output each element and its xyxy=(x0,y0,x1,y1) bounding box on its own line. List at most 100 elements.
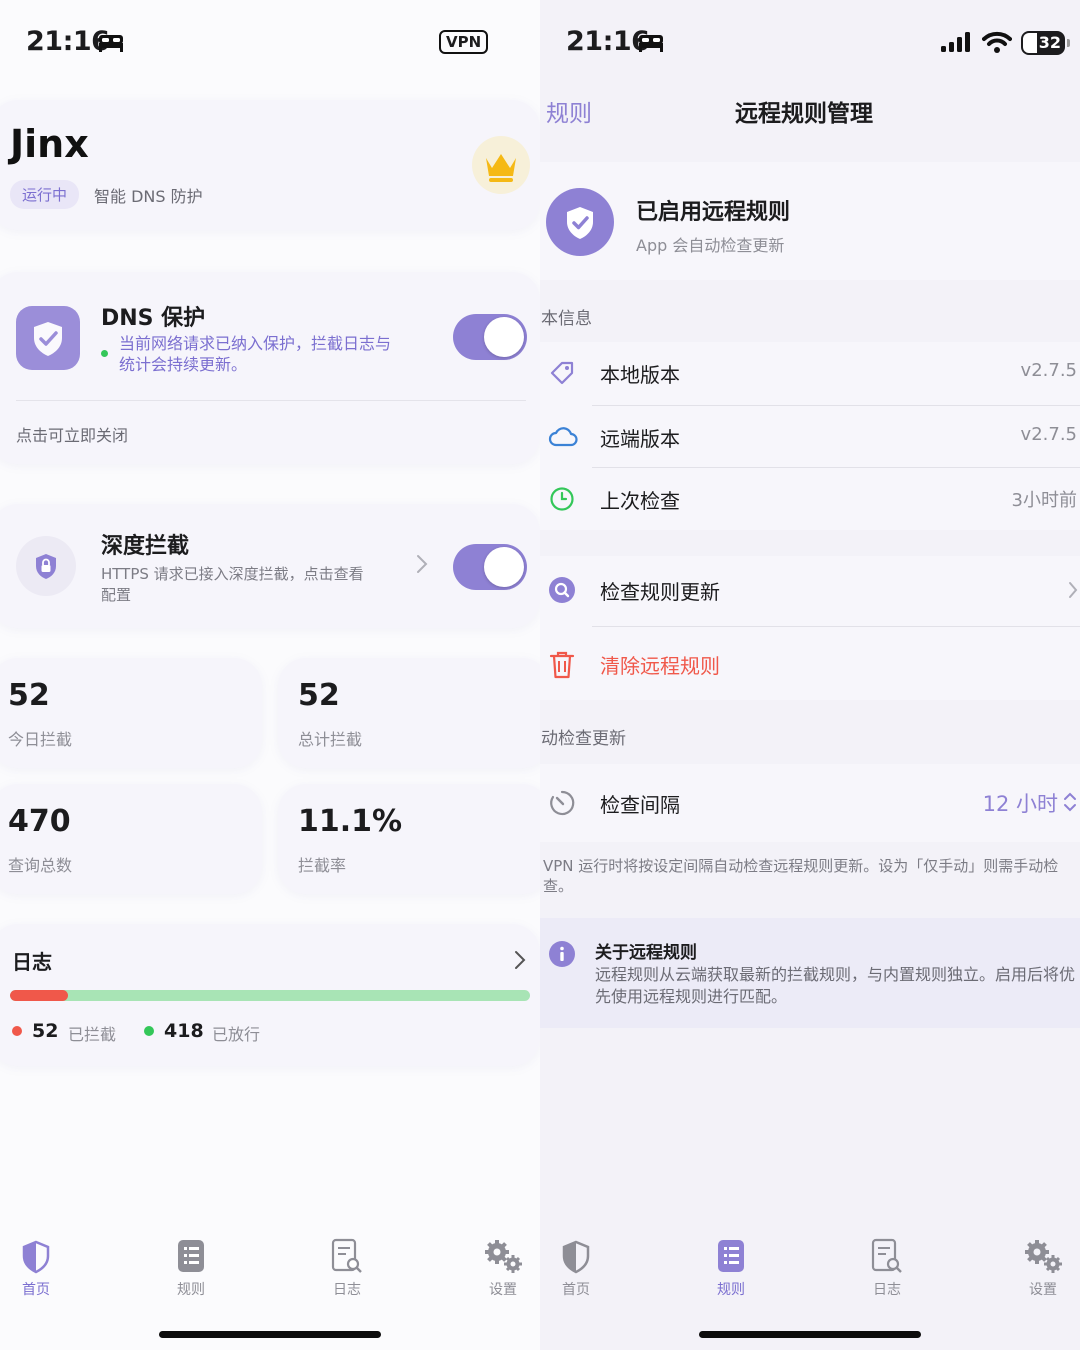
tab-settings[interactable]: 设置 xyxy=(1003,1236,1080,1299)
tab-rules[interactable]: 规则 xyxy=(151,1236,231,1299)
deep-description: HTTPS 请求已接入深度拦截，点击查看配置 xyxy=(101,565,364,604)
tab-logs[interactable]: 日志 xyxy=(847,1236,927,1299)
shield-icon xyxy=(22,1240,50,1274)
tab-label: 规则 xyxy=(177,1282,205,1298)
row-remote-version: 远端版本 v2.7.5 xyxy=(540,406,1080,468)
back-button[interactable]: 规则 xyxy=(546,94,592,128)
row-label: 检查规则更新 xyxy=(600,580,720,604)
stat-label: 拦截率 xyxy=(298,856,347,875)
row-label: 远端版本 xyxy=(600,427,680,451)
trash-icon xyxy=(549,651,575,679)
home-screen: 21:16 VPN Jinx 运行中 智能 DNS 防护 DNS 保护 当前网络… xyxy=(0,0,540,1350)
stat-card-queries: 470 查询总数 xyxy=(0,784,262,894)
tab-settings[interactable]: 设置 xyxy=(463,1236,540,1299)
stat-label: 今日拦截 xyxy=(8,730,73,749)
row-value: v2.7.5 xyxy=(1020,360,1077,381)
stat-value: 52 xyxy=(8,678,50,713)
timer-icon xyxy=(550,790,575,816)
enabled-shield-badge xyxy=(546,188,614,256)
tab-label: 设置 xyxy=(1029,1282,1057,1298)
log-ratio-bar xyxy=(10,990,530,1001)
status-time: 21:16 xyxy=(26,26,110,57)
dns-protection-card[interactable]: DNS 保护 当前网络请求已纳入保护，拦截日志与统计会持续更新。 点击可立即关闭 xyxy=(0,272,540,464)
toggle-knob xyxy=(484,547,524,587)
row-last-check: 上次检查 3小时前 xyxy=(540,468,1080,530)
status-time: 21:16 xyxy=(566,26,650,57)
app-name: Jinx xyxy=(10,122,89,166)
active-dot xyxy=(101,350,108,357)
stat-label: 总计拦截 xyxy=(298,730,363,749)
status-bar: 21:16 32 xyxy=(540,22,1080,66)
dns-description: 当前网络请求已纳入保护，拦截日志与统计会持续更新。 xyxy=(119,334,392,374)
version-info-group: 本地版本 v2.7.5 远端版本 v2.7.5 上次检查 3小时前 xyxy=(540,342,1080,530)
tab-rules[interactable]: 规则 xyxy=(691,1236,771,1299)
dns-toggle[interactable] xyxy=(453,314,527,360)
home-indicator[interactable] xyxy=(699,1331,921,1338)
home-indicator[interactable] xyxy=(159,1331,381,1338)
stat-card-today: 52 今日拦截 xyxy=(0,658,262,768)
row-local-version: 本地版本 v2.7.5 xyxy=(540,342,1080,404)
divider xyxy=(16,400,526,401)
deep-title: 深度拦截 xyxy=(101,534,190,559)
info-icon xyxy=(549,941,575,967)
interval-picker[interactable]: 检查间隔 12 小时 xyxy=(540,772,1080,834)
tab-label: 首页 xyxy=(562,1282,590,1298)
tab-label: 日志 xyxy=(873,1282,901,1298)
check-update-button[interactable]: 检查规则更新 xyxy=(540,559,1080,621)
tab-label: 日志 xyxy=(333,1282,361,1298)
allowed-dot xyxy=(144,1026,154,1036)
interval-value: 12 小时 xyxy=(982,792,1058,816)
status-bar: 21:16 VPN xyxy=(0,22,540,66)
blocked-dot xyxy=(12,1026,22,1036)
chevron-updown-icon xyxy=(1064,792,1076,812)
divider xyxy=(592,626,1080,627)
about-title: 关于远程规则 xyxy=(595,943,697,963)
app-header-card: Jinx 运行中 智能 DNS 防护 xyxy=(0,100,540,230)
tab-home[interactable]: 首页 xyxy=(0,1236,76,1299)
gears-icon xyxy=(1025,1240,1062,1273)
shield-check-icon xyxy=(34,322,62,356)
search-icon xyxy=(549,577,575,603)
dns-hint: 点击可立即关闭 xyxy=(16,426,129,445)
wifi-icon xyxy=(982,31,1012,53)
row-value: 3小时前 xyxy=(1011,490,1077,511)
shield-check-icon xyxy=(567,207,593,239)
enabled-title: 已启用远程规则 xyxy=(636,200,791,225)
blocked-fill xyxy=(10,990,68,1001)
battery-fill xyxy=(1023,33,1037,53)
deep-toggle[interactable] xyxy=(453,544,527,590)
log-summary-card[interactable]: 日志 52 已拦截 418 已放行 xyxy=(0,924,540,1066)
premium-crown-button[interactable] xyxy=(472,136,530,194)
enabled-banner: 已启用远程规则 App 会自动检查更新 xyxy=(540,162,1080,280)
interval-footnote: VPN 运行时将按设定间隔自动检查远程规则更新。设为「仅手动」则需手动检查。 xyxy=(543,857,1059,895)
row-label: 检查间隔 xyxy=(600,793,680,817)
tab-label: 首页 xyxy=(22,1282,50,1298)
chevron-right-icon xyxy=(515,951,526,969)
clock-icon xyxy=(550,487,574,511)
list-icon xyxy=(718,1240,744,1272)
enabled-subtitle: App 会自动检查更新 xyxy=(636,236,785,255)
dns-title: DNS 保护 xyxy=(101,306,206,331)
stat-value: 52 xyxy=(298,678,340,713)
row-label: 上次检查 xyxy=(600,489,680,513)
row-label: 本地版本 xyxy=(600,363,680,387)
sleep-bed-icon xyxy=(639,35,663,52)
deep-intercept-card[interactable]: 深度拦截 HTTPS 请求已接入深度拦截，点击查看配置 xyxy=(0,504,540,628)
blocked-count: 52 xyxy=(32,1020,59,1042)
stat-value: 11.1% xyxy=(298,804,403,839)
tab-label: 规则 xyxy=(717,1282,745,1298)
tab-logs[interactable]: 日志 xyxy=(307,1236,387,1299)
log-title: 日志 xyxy=(12,950,52,974)
stat-label: 查询总数 xyxy=(8,856,73,875)
tag-icon xyxy=(550,361,574,385)
section-header-info: 本信息 xyxy=(541,309,592,329)
tab-home[interactable]: 首页 xyxy=(540,1236,616,1299)
toggle-knob xyxy=(484,317,524,357)
section-header-auto: 动检查更新 xyxy=(541,729,626,749)
interval-group: 检查间隔 12 小时 xyxy=(540,764,1080,842)
tab-label: 设置 xyxy=(489,1282,517,1298)
deep-shield-badge xyxy=(16,536,76,596)
remote-rules-screen: 21:16 32 规则 远程规则管理 已启用远程规则 App 会自动检查更新 本… xyxy=(540,0,1080,1350)
about-remote-rules: 关于远程规则 远程规则从云端获取最新的拦截规则，与内置规则独立。启用后将优先使用… xyxy=(540,918,1080,1028)
clear-remote-rules-button[interactable]: 清除远程规则 xyxy=(540,633,1080,695)
